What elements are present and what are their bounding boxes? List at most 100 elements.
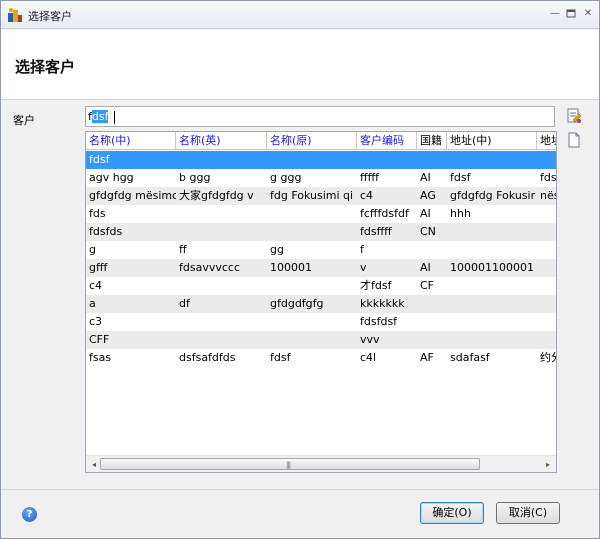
cell-name-cn: gfff [86, 259, 176, 277]
customer-label: 客户 [13, 112, 35, 128]
cell-name-original [267, 205, 357, 223]
column-header-name-en[interactable]: 名称(英) [176, 132, 267, 150]
edit-customer-icon[interactable] [566, 108, 582, 124]
cell-address-cn: sdafasf [447, 349, 537, 367]
cancel-button[interactable]: 取消(C) [496, 502, 560, 524]
table-row[interactable]: gffffdsavvvccc100001vAI100001100001 [86, 259, 556, 277]
cell-customer-code: fdsffff [357, 223, 417, 241]
cell-customer-code: fcfffdsfdf [357, 205, 417, 223]
cell-address [537, 277, 557, 295]
help-icon[interactable]: ? [22, 507, 37, 522]
cell-name-en [176, 151, 267, 169]
cell-address: nës [537, 187, 557, 205]
header-title: 选择客户 [15, 56, 75, 77]
cell-address [537, 331, 557, 349]
cell-customer-code: kkkkkkk [357, 295, 417, 313]
column-header-nationality[interactable]: 国籍 [417, 132, 447, 150]
search-text-selected: dsf [92, 110, 109, 123]
table-row[interactable]: fdsfds fdsffffCN [86, 223, 556, 241]
cell-name-en: dsfsafdfds [176, 349, 267, 367]
cell-name-cn: fsas [86, 349, 176, 367]
cell-nationality: AI [417, 205, 447, 223]
dialog-footer: ? 确定(O) 取消(C) [1, 489, 599, 538]
cell-nationality [417, 241, 447, 259]
table-row-selected[interactable]: fdsf [86, 151, 556, 169]
cell-address [537, 223, 557, 241]
column-header-address-cn[interactable]: 地址(中) [447, 132, 537, 150]
cell-address-cn [447, 331, 537, 349]
customer-search-input[interactable]: fdsf [85, 106, 555, 127]
cell-address-cn [447, 223, 537, 241]
cell-nationality: CN [417, 223, 447, 241]
cell-name-original: gg [267, 241, 357, 259]
column-header-name-original[interactable]: 名称(原) [267, 132, 357, 150]
cell-name-cn: gfdgfdg mësimo [86, 187, 176, 205]
cell-name-original [267, 277, 357, 295]
dialog-header: 选择客户 [1, 30, 599, 100]
cell-nationality: CF [417, 277, 447, 295]
cell-address [537, 295, 557, 313]
cell-name-en [176, 331, 267, 349]
table-row[interactable]: CFF vvv [86, 331, 556, 349]
cell-address-cn [447, 241, 537, 259]
cell-address-cn [447, 151, 537, 169]
cell-customer-code: fffff [357, 169, 417, 187]
table-row[interactable]: agv hggb gggg gggfffffAIfdsffds [86, 169, 556, 187]
cell-name-en: 大家gfdgfdg v [176, 187, 267, 205]
cell-name-original: g ggg [267, 169, 357, 187]
cell-address [537, 313, 557, 331]
cell-name-original: fdsf [267, 349, 357, 367]
cell-name-en [176, 313, 267, 331]
cell-name-cn: fdsfds [86, 223, 176, 241]
table-row[interactable]: gfdgfdg mësimo大家gfdgfdg vfdg Fokusimi qi… [86, 187, 556, 205]
table-row[interactable]: adfgfdgdfgfgkkkkkkk [86, 295, 556, 313]
cell-nationality: AF [417, 349, 447, 367]
cell-address [537, 205, 557, 223]
cell-customer-code [357, 151, 417, 169]
scroll-thumb[interactable]: ||| [100, 458, 480, 470]
restore-icon[interactable] [564, 8, 578, 20]
table-row[interactable]: fdsfcfffdsfdfAIhhh [86, 205, 556, 223]
cell-name-en [176, 277, 267, 295]
cell-address-cn [447, 277, 537, 295]
table-row[interactable]: c4才fdsfCF [86, 277, 556, 295]
dialog-content: 客户 fdsf 名称(中) 名称(英) 名称(原) [1, 101, 599, 481]
cell-name-original [267, 223, 357, 241]
table-row[interactable]: fsasdsfsafdfdsfdsfc4lAFsdafasf约分 [86, 349, 556, 367]
cell-nationality [417, 151, 447, 169]
cell-address [537, 241, 557, 259]
text-cursor-icon [114, 111, 115, 124]
minimize-icon[interactable]: — [548, 8, 562, 20]
cell-address-cn: hhh [447, 205, 537, 223]
ok-button[interactable]: 确定(O) [420, 502, 484, 524]
cell-address-cn: fdsf [447, 169, 537, 187]
window-title: 选择客户 [28, 8, 72, 24]
scroll-grip-icon: ||| [286, 461, 290, 469]
table-row[interactable]: c3fdsfdsf [86, 313, 556, 331]
column-header-customer-code[interactable]: 客户编码 [357, 132, 417, 150]
title-bar[interactable]: 选择客户 — ✕ [1, 1, 599, 29]
cell-name-original: fdg Fokusimi qi [267, 187, 357, 205]
close-icon[interactable]: ✕ [581, 8, 595, 20]
cell-name-en: ff [176, 241, 267, 259]
cell-name-cn: agv hgg [86, 169, 176, 187]
column-header-name-cn[interactable]: 名称(中) [86, 132, 176, 150]
cell-name-en: b ggg [176, 169, 267, 187]
cell-address-cn [447, 313, 537, 331]
customer-grid[interactable]: 名称(中) 名称(英) 名称(原) 客户编码 国籍 地址(中) 地址 fdsfa… [85, 131, 557, 473]
cell-customer-code: vvv [357, 331, 417, 349]
cell-name-cn: CFF [86, 331, 176, 349]
horizontal-scrollbar[interactable]: ◂ ||| ▸ [86, 455, 556, 472]
column-header-address[interactable]: 地址 [537, 132, 557, 150]
cell-nationality: AI [417, 259, 447, 277]
cell-name-en: fdsavvvccc [176, 259, 267, 277]
scroll-right-icon[interactable]: ▸ [540, 456, 556, 473]
new-document-icon[interactable] [566, 132, 582, 148]
cell-customer-code: c4 [357, 187, 417, 205]
select-customer-dialog: 选择客户 — ✕ 选择客户 客户 fdsf [0, 0, 600, 539]
cell-nationality [417, 331, 447, 349]
cell-nationality: AI [417, 169, 447, 187]
table-row[interactable]: gffggf [86, 241, 556, 259]
cell-customer-code: c4l [357, 349, 417, 367]
cell-address-cn: gfdgfdg Fokusir [447, 187, 537, 205]
